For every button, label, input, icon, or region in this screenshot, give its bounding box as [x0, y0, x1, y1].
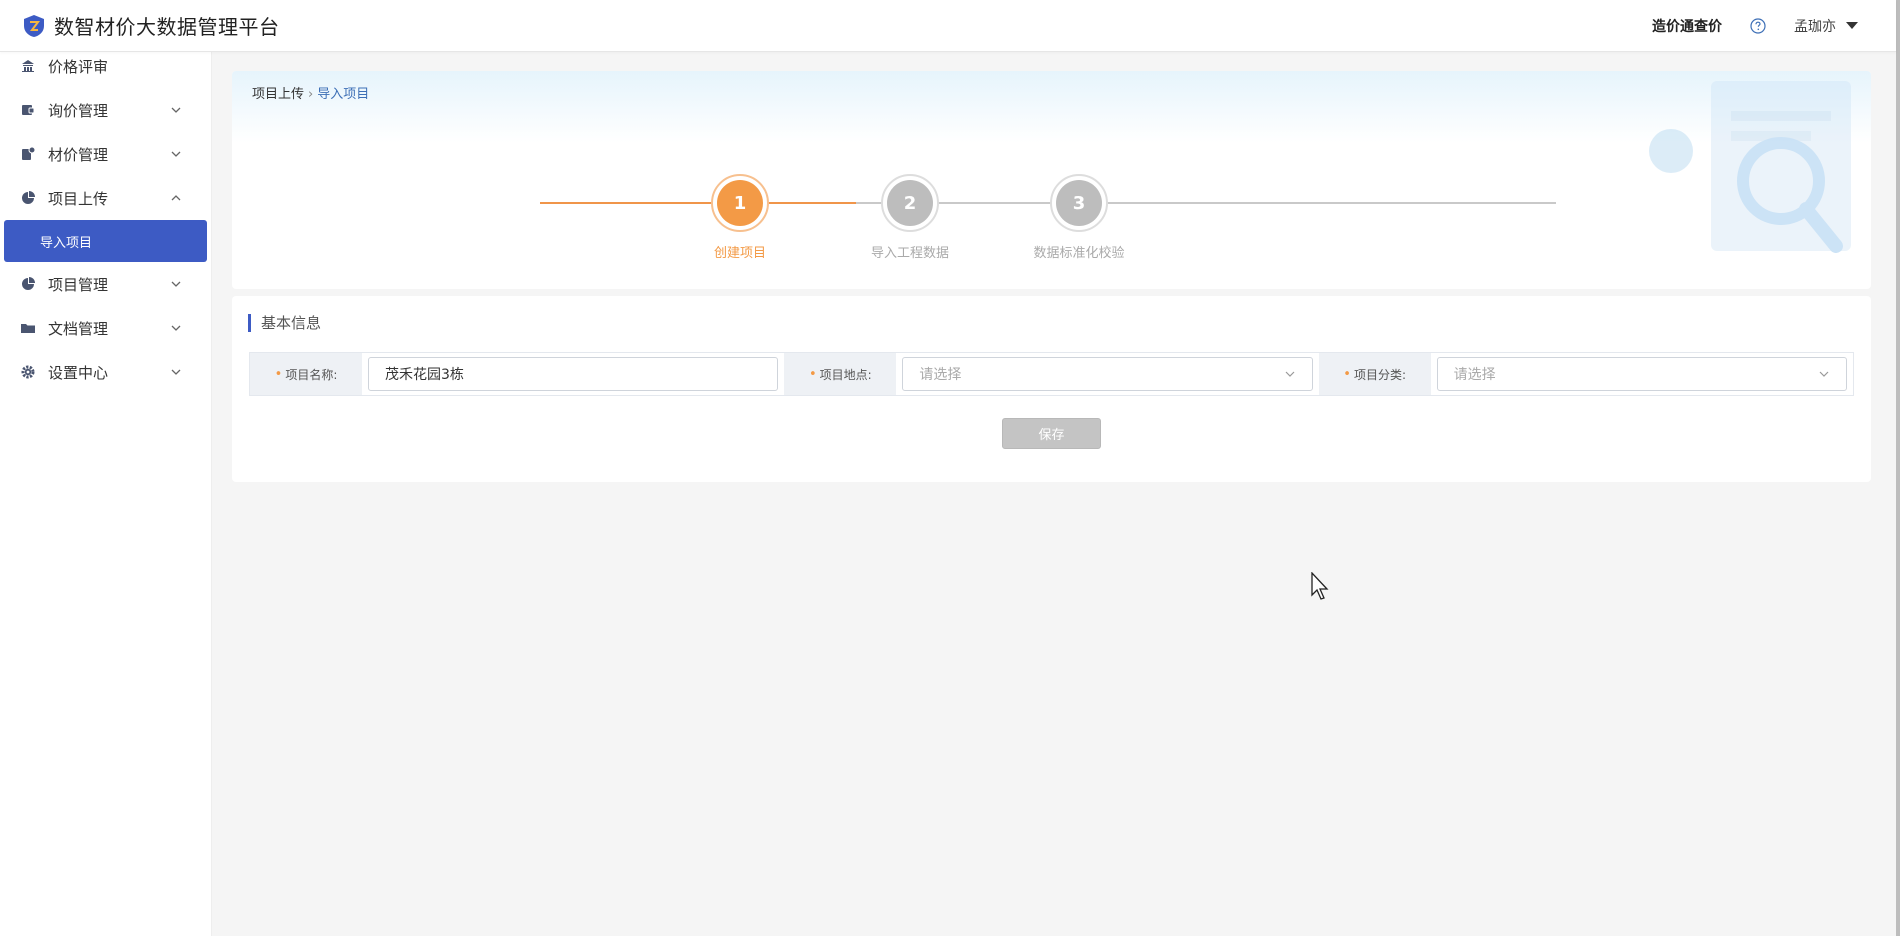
chevron-down-icon: [1285, 371, 1295, 377]
step-circle: 1: [711, 174, 769, 232]
save-button[interactable]: 保存: [1002, 418, 1101, 449]
search-illustration-icon: [1649, 81, 1851, 253]
step-1[interactable]: 1 创建项目: [670, 174, 810, 261]
caret-down-icon[interactable]: [1846, 22, 1858, 29]
chevron-down-icon: [171, 369, 181, 375]
sidebar-item-document-management[interactable]: 文档管理: [0, 306, 211, 350]
steps-card: 项目上传 › 导入项目 1 创建项目 2 导入工程数据 3 数据标准化校验: [232, 71, 1871, 289]
step-2[interactable]: 2 导入工程数据: [840, 174, 980, 261]
field-label: • 项目名称:: [250, 353, 362, 395]
page-scrollbar[interactable]: [1896, 0, 1900, 936]
app-title: 数智材价大数据管理平台: [54, 15, 280, 39]
username[interactable]: 孟珈亦: [1794, 16, 1836, 36]
sidebar-item-project-upload[interactable]: 项目上传: [0, 176, 211, 220]
project-location-select[interactable]: 请选择: [902, 357, 1313, 391]
sidebar: 价格评审 询价管理 材价管理 项目上传 导入项目 项目管理 文档管理 设置中心: [0, 52, 212, 936]
required-marker-icon: •: [274, 366, 283, 382]
required-marker-icon: •: [1343, 366, 1351, 382]
field-label: • 项目分类:: [1318, 353, 1431, 395]
step-label: 数据标准化校验: [1033, 246, 1125, 261]
sidebar-item-label: 项目上传: [48, 189, 109, 208]
form-row: • 项目名称: 茂禾花园3栋 • 项目地点: 请选择 • 项目分类: 请选择: [249, 352, 1854, 396]
field-label-text: 项目分类:: [1353, 367, 1407, 382]
bank-icon: [22, 60, 34, 72]
field-label-text: 项目地点:: [819, 367, 872, 382]
section-title: 基本信息: [248, 314, 321, 332]
sidebar-item-label: 价格评审: [48, 57, 109, 76]
top-header: 数智材价大数据管理平台 造价通查价 孟珈亦: [0, 0, 1896, 52]
step-label: 导入工程数据: [870, 246, 949, 261]
breadcrumb-separator-icon: ›: [308, 87, 314, 102]
step-circle: 2: [881, 174, 939, 232]
sidebar-item-label: 设置中心: [48, 363, 109, 382]
sidebar-subitem-import-project[interactable]: 导入项目: [4, 220, 207, 262]
doc-gear-icon: [22, 146, 36, 160]
project-category-select[interactable]: 请选择: [1436, 357, 1847, 391]
step-3[interactable]: 3 数据标准化校验: [1009, 174, 1149, 261]
project-name-input[interactable]: 茂禾花园3栋: [368, 357, 779, 391]
wallet-icon: [22, 105, 35, 115]
step-number: 3: [1056, 180, 1102, 226]
chevron-down-icon: [171, 107, 181, 113]
chevron-down-icon: [171, 151, 181, 157]
chevron-down-icon: [171, 281, 181, 287]
sidebar-item-label: 材价管理: [48, 145, 109, 164]
breadcrumb-parent[interactable]: 项目上传: [252, 87, 304, 102]
chevron-down-icon: [171, 325, 181, 331]
step-number: 2: [887, 180, 933, 226]
header-right: 造价通查价 孟珈亦: [1652, 16, 1858, 36]
sidebar-item-settings[interactable]: 设置中心: [0, 350, 211, 394]
basic-info-card: 基本信息 • 项目名称: 茂禾花园3栋 • 项目地点: 请选择 • 项目分类: 请选择: [232, 296, 1871, 482]
field-project-location: • 项目地点: 请选择: [784, 353, 1318, 395]
field-label: • 项目地点:: [784, 353, 897, 395]
field-project-category: • 项目分类: 请选择: [1318, 353, 1853, 395]
sidebar-item-label: 文档管理: [48, 319, 109, 338]
breadcrumb-current: 导入项目: [317, 87, 370, 102]
gear-icon: [21, 365, 35, 379]
sidebar-item-label: 项目管理: [48, 275, 109, 294]
chevron-down-icon: [1819, 371, 1829, 377]
field-project-name: • 项目名称: 茂禾花园3栋: [250, 353, 784, 395]
sidebar-item-material-price[interactable]: 材价管理: [0, 132, 211, 176]
sidebar-item-project-management[interactable]: 项目管理: [0, 262, 211, 306]
pie-icon: [22, 277, 35, 290]
field-label-text: 项目名称:: [285, 367, 338, 382]
question-circle-icon[interactable]: [1750, 17, 1766, 34]
mouse-cursor-icon: [1311, 572, 1329, 600]
field-wrapper: 请选择: [896, 353, 1318, 395]
field-wrapper: 茂禾花园3栋: [362, 353, 784, 395]
sidebar-item-label: 询价管理: [48, 101, 109, 120]
required-marker-icon: •: [808, 366, 817, 382]
field-wrapper: 请选择: [1431, 353, 1853, 395]
step-circle: 3: [1050, 174, 1108, 232]
project-name-value: 茂禾花园3栋: [385, 367, 464, 383]
shield-logo-icon: [24, 14, 44, 37]
chevron-up-icon: [171, 195, 181, 201]
price-lookup-link[interactable]: 造价通查价: [1652, 16, 1722, 36]
step-label: 创建项目: [713, 246, 766, 261]
pie-icon: [22, 191, 35, 204]
banner: [232, 71, 1871, 143]
step-number: 1: [717, 180, 763, 226]
sidebar-item-inquiry[interactable]: 询价管理: [0, 88, 211, 132]
select-placeholder: 请选择: [1453, 367, 1496, 383]
select-placeholder: 请选择: [919, 367, 962, 383]
breadcrumb: 项目上传 › 导入项目: [252, 83, 369, 102]
folder-icon: [21, 324, 35, 333]
